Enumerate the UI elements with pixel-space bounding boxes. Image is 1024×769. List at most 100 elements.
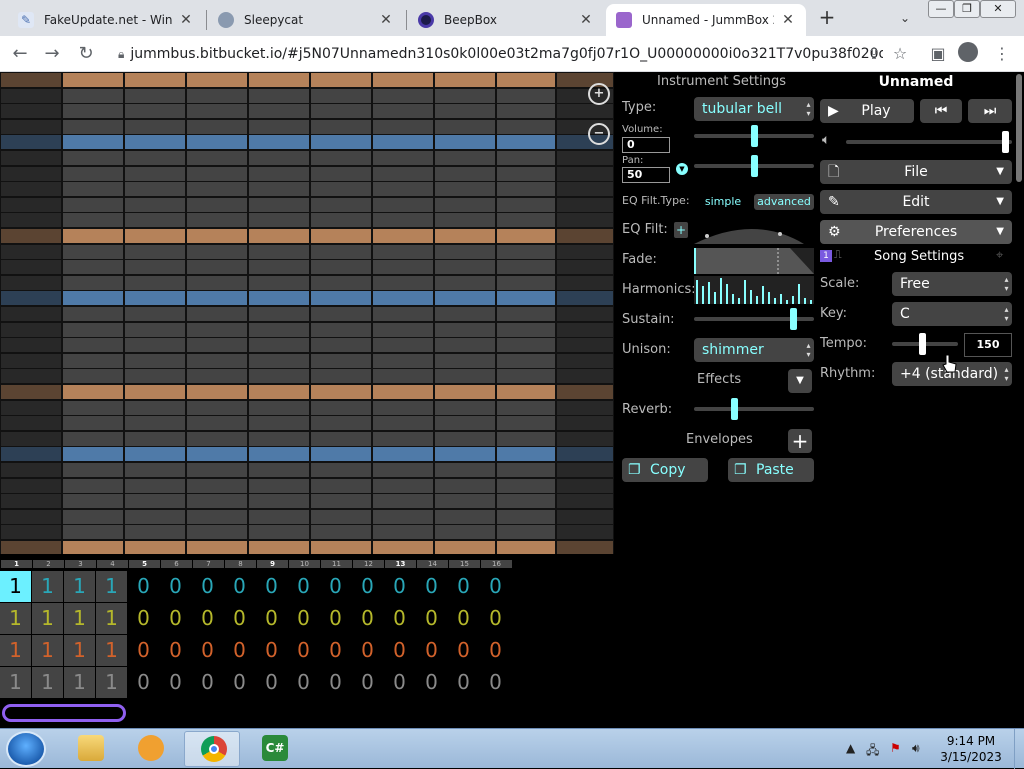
harmonic-bar[interactable]: [780, 294, 782, 304]
pattern-cell[interactable]: [187, 245, 247, 259]
pattern-cell[interactable]: [373, 276, 433, 290]
eq-filter-curve[interactable]: [694, 218, 814, 244]
pattern-cell[interactable]: [1, 291, 61, 305]
pattern-cell[interactable]: [557, 198, 613, 212]
pattern-cell[interactable]: [311, 510, 371, 524]
zoom-out-icon[interactable]: −: [588, 123, 610, 145]
pattern-cell[interactable]: [557, 323, 613, 337]
track-cell[interactable]: 0: [352, 635, 383, 666]
pattern-cell[interactable]: [497, 401, 555, 415]
pattern-cell[interactable]: [373, 229, 433, 243]
pattern-cell[interactable]: [435, 245, 495, 259]
pattern-cell[interactable]: [497, 182, 555, 196]
harmonic-bar[interactable]: [786, 300, 788, 304]
new-tab-button[interactable]: +: [815, 6, 839, 30]
pattern-cell[interactable]: [373, 494, 433, 508]
pattern-cell[interactable]: [249, 541, 309, 554]
pattern-cell[interactable]: [373, 89, 433, 103]
pattern-cell[interactable]: [249, 213, 309, 227]
pattern-cell[interactable]: [435, 198, 495, 212]
pattern-cell[interactable]: [249, 120, 309, 134]
pattern-cell[interactable]: [63, 182, 123, 196]
paste-button[interactable]: ❐ Paste: [728, 458, 814, 482]
pattern-cell[interactable]: [125, 416, 185, 430]
previous-bar-button[interactable]: ⏮︎: [920, 99, 962, 123]
pattern-cell[interactable]: [249, 385, 309, 399]
pattern-cell[interactable]: [249, 104, 309, 118]
browser-menu-icon[interactable]: ⋮: [990, 42, 1014, 66]
pattern-cell[interactable]: [63, 104, 123, 118]
show-desktop-button[interactable]: [1014, 729, 1024, 769]
pattern-cell[interactable]: [373, 151, 433, 165]
pattern-cell[interactable]: [249, 135, 309, 149]
track-cell[interactable]: 0: [384, 603, 415, 634]
pattern-cell[interactable]: [249, 260, 309, 274]
pattern-cell[interactable]: [311, 104, 371, 118]
pattern-cell[interactable]: [187, 369, 247, 383]
page-scrollbar[interactable]: [1016, 74, 1022, 182]
pan-dropdown-icon[interactable]: ▼: [676, 163, 688, 175]
pattern-cell[interactable]: [187, 510, 247, 524]
reverb-slider[interactable]: [694, 398, 814, 420]
pattern-cell[interactable]: [435, 89, 495, 103]
pattern-cell[interactable]: [63, 385, 123, 399]
pattern-cell[interactable]: [311, 245, 371, 259]
pattern-cell[interactable]: [63, 416, 123, 430]
track-editor[interactable]: 1 2 3 4 5 6 7 8 9 10 11 12 13 14 15 16 1111000000000000…: [0, 558, 614, 728]
pattern-cell[interactable]: [187, 260, 247, 274]
pattern-cell[interactable]: [435, 73, 495, 87]
pan-slider-knob[interactable]: [751, 155, 758, 177]
harmonic-bar[interactable]: [768, 292, 770, 304]
pattern-cell[interactable]: [125, 463, 185, 477]
pattern-cell[interactable]: [435, 541, 495, 554]
pattern-cell[interactable]: [557, 401, 613, 415]
bookmark-star-icon[interactable]: ☆: [888, 42, 912, 66]
close-icon[interactable]: ✕: [378, 12, 394, 28]
pattern-cell[interactable]: [187, 151, 247, 165]
pattern-cell[interactable]: [435, 510, 495, 524]
track-cell[interactable]: 1: [64, 667, 95, 698]
pattern-cell[interactable]: [435, 525, 495, 539]
pattern-cell[interactable]: [497, 525, 555, 539]
harmonic-bar[interactable]: [798, 284, 800, 304]
pattern-cell[interactable]: [63, 323, 123, 337]
track-cell[interactable]: 0: [160, 667, 191, 698]
pattern-cell[interactable]: [557, 182, 613, 196]
volume-input[interactable]: 0: [622, 137, 670, 153]
taskbar-file-explorer[interactable]: [62, 731, 118, 767]
pattern-cell[interactable]: [311, 73, 371, 87]
harmonic-bar[interactable]: [756, 296, 758, 304]
pattern-cell[interactable]: [249, 338, 309, 352]
pattern-cell[interactable]: [1, 135, 61, 149]
pan-input[interactable]: 50: [622, 167, 670, 183]
side-panel-icon[interactable]: ▣: [926, 42, 950, 66]
pattern-cell[interactable]: [187, 494, 247, 508]
harmonic-bar[interactable]: [762, 286, 764, 304]
profile-avatar-icon[interactable]: [956, 42, 980, 66]
pattern-cell[interactable]: [249, 89, 309, 103]
pattern-cell[interactable]: [187, 229, 247, 243]
pattern-cell[interactable]: [187, 120, 247, 134]
pattern-cell[interactable]: [1, 213, 61, 227]
pattern-cell[interactable]: [63, 213, 123, 227]
pattern-cell[interactable]: [497, 213, 555, 227]
pattern-editor[interactable]: + −: [0, 72, 614, 554]
share-icon[interactable]: ⇪: [862, 42, 886, 66]
tab-jummbox[interactable]: Unnamed - JummBox 2.5 ✕: [606, 4, 806, 36]
pattern-cell[interactable]: [63, 260, 123, 274]
pattern-cell[interactable]: [373, 385, 433, 399]
pattern-cell[interactable]: [125, 198, 185, 212]
pattern-cell[interactable]: [557, 416, 613, 430]
pattern-cell[interactable]: [435, 494, 495, 508]
pattern-cell[interactable]: [1, 369, 61, 383]
pattern-cell[interactable]: [63, 338, 123, 352]
pattern-cell[interactable]: [311, 151, 371, 165]
pattern-cell[interactable]: [63, 151, 123, 165]
pattern-cell[interactable]: [557, 276, 613, 290]
pattern-cell[interactable]: [497, 73, 555, 87]
pattern-cell[interactable]: [249, 463, 309, 477]
pattern-cell[interactable]: [187, 479, 247, 493]
track-cell[interactable]: 1: [64, 603, 95, 634]
pattern-cell[interactable]: [249, 525, 309, 539]
pattern-cell[interactable]: [311, 307, 371, 321]
